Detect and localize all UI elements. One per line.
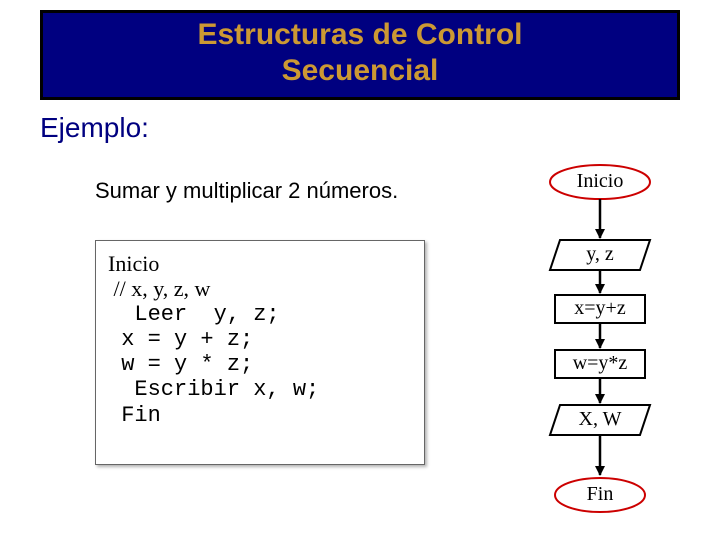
subtitle: Sumar y multiplicar 2 números. — [95, 178, 398, 204]
example-label: Ejemplo: — [40, 112, 149, 144]
code-line-3: Leer y, z; — [108, 302, 412, 327]
code-line-4: x = y + z; — [108, 327, 412, 352]
code-line-6: Escribir x, w; — [108, 377, 412, 402]
code-line-1: Inicio — [108, 251, 412, 276]
flow-step2-shape — [555, 350, 645, 378]
code-line-2: // x, y, z, w — [108, 276, 412, 301]
flow-start-shape — [550, 165, 650, 199]
flow-output-shape — [550, 405, 650, 435]
flow-step1-shape — [555, 295, 645, 323]
code-line-5: w = y * z; — [108, 352, 412, 377]
slide: Estructuras de Control Secuencial Ejempl… — [0, 0, 720, 540]
flowchart: Inicio y, z x=y+z w=y*z X, W Fin — [530, 160, 690, 530]
title-line-2: Secuencial — [43, 53, 677, 89]
title-line-1: Estructuras de Control — [43, 17, 677, 53]
code-line-7: Fin — [108, 403, 412, 428]
pseudocode-box: Inicio // x, y, z, w Leer y, z; x = y + … — [95, 240, 425, 465]
flowchart-svg — [530, 160, 690, 535]
flow-input-shape — [550, 240, 650, 270]
flow-end-shape — [555, 478, 645, 512]
title-box: Estructuras de Control Secuencial — [40, 10, 680, 100]
